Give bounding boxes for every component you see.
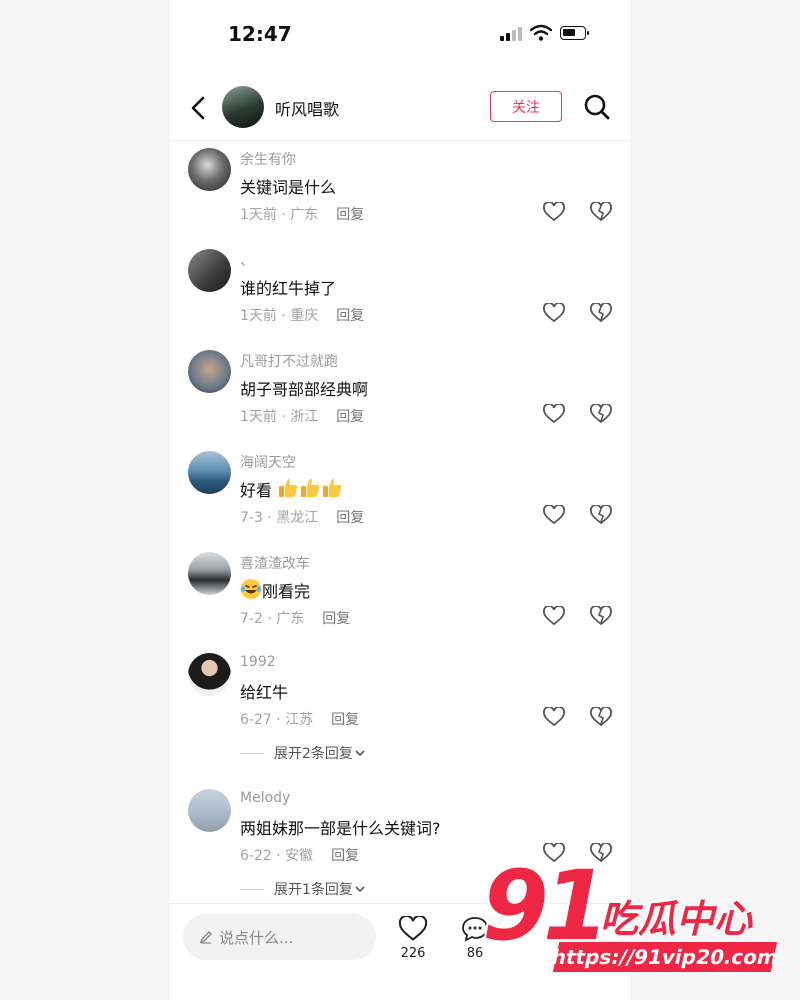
heart-icon[interactable] — [543, 404, 565, 424]
comment-text-content: 刚看完 — [262, 582, 311, 601]
comment-text: 关键词是什么 — [240, 178, 337, 197]
reply-button[interactable]: 回复 — [336, 409, 364, 425]
divider — [240, 888, 264, 890]
back-arrow-icon[interactable] — [188, 94, 208, 122]
expand-replies-button[interactable]: 展开2条回复 — [240, 743, 367, 763]
chevron-down-icon — [355, 750, 365, 757]
reply-button[interactable]: 回复 — [331, 712, 359, 728]
like-button[interactable]: 226 — [398, 914, 428, 961]
watermark-url: https://91vip20.com — [549, 940, 781, 974]
heart-icon[interactable] — [543, 202, 565, 222]
reply-button[interactable]: 回复 — [336, 510, 364, 526]
comment-meta: 1天前 · 重庆 回复 — [240, 305, 364, 325]
commenter-avatar[interactable] — [188, 653, 231, 696]
commenter-avatar[interactable] — [188, 249, 231, 292]
signal-icon — [500, 27, 522, 41]
reply-button[interactable]: 回复 — [331, 848, 359, 864]
comment-text: 好看 — [240, 477, 343, 501]
like-count: 226 — [400, 946, 426, 961]
comment-date-location: 6-22 · 安徽 — [240, 848, 314, 864]
comment-text: 两姐妹那一部是什么关键词? — [240, 819, 441, 838]
expand-replies-label: 展开1条回复 — [274, 882, 353, 898]
wifi-icon — [530, 24, 552, 41]
comment-meta: 6-22 · 安徽 回复 — [240, 845, 359, 865]
broken-heart-icon[interactable] — [590, 303, 612, 323]
commenter-name[interactable]: 凡哥打不过就跑 — [240, 351, 338, 371]
broken-heart-icon[interactable] — [590, 606, 612, 626]
watermark: 91 吃瓜中心 https://91vip20.com — [480, 856, 782, 982]
comment-date-location: 7-3 · 黑龙江 — [240, 510, 319, 526]
commenter-name[interactable]: 余生有你 — [240, 149, 296, 169]
broken-heart-icon[interactable] — [590, 505, 612, 525]
comment-meta: 1天前 · 广东 回复 — [240, 204, 364, 224]
comment-date-location: 6-27 · 江苏 — [240, 712, 314, 728]
broken-heart-icon[interactable] — [590, 404, 612, 424]
comment-date-location: 1天前 · 重庆 — [240, 308, 319, 324]
commenter-name[interactable]: 海阔天空 — [240, 452, 296, 472]
author-name[interactable]: 听风唱歌 — [275, 96, 339, 120]
follow-button[interactable]: 关注 — [490, 91, 562, 122]
commenter-avatar[interactable] — [188, 552, 231, 595]
commenter-avatar[interactable] — [188, 789, 231, 832]
comment-meta: 1天前 · 浙江 回复 — [240, 406, 364, 426]
comment-meta: 7-2 · 广东 回复 — [240, 608, 350, 628]
pencil-icon — [199, 931, 212, 944]
expand-replies-label: 展开2条回复 — [274, 746, 353, 762]
reply-button[interactable]: 回复 — [322, 611, 350, 627]
reply-button[interactable]: 回复 — [336, 308, 364, 324]
commenter-avatar[interactable] — [188, 148, 231, 191]
status-time: 12:47 — [228, 22, 292, 46]
comment-date-location: 1天前 · 广东 — [240, 207, 319, 223]
comment-input-placeholder: 说点什么... — [219, 928, 294, 947]
comment-input[interactable]: 说点什么... — [183, 914, 376, 960]
reply-button[interactable]: 回复 — [336, 207, 364, 223]
comment-text: 刚看完 — [240, 578, 310, 602]
comment-meta: 6-27 · 江苏 回复 — [240, 709, 359, 729]
broken-heart-icon[interactable] — [590, 202, 612, 222]
watermark-title: 吃瓜中心 — [598, 896, 753, 943]
chevron-down-icon — [355, 886, 365, 893]
commenter-name[interactable]: 喜渣渣改车 — [240, 553, 310, 573]
search-icon[interactable] — [583, 93, 611, 121]
author-avatar[interactable] — [222, 86, 264, 128]
comment-text: 谁的红牛掉了 — [240, 279, 337, 298]
comment-text: 胡子哥部部经典啊 — [240, 380, 369, 399]
heart-icon[interactable] — [543, 606, 565, 626]
broken-heart-icon[interactable] — [590, 707, 612, 727]
comment-date-location: 7-2 · 广东 — [240, 611, 305, 627]
thumbs-up-emoji-icon — [301, 478, 320, 497]
battery-icon — [560, 26, 589, 40]
comment-date-location: 1天前 · 浙江 — [240, 409, 319, 425]
video-header: 听风唱歌 关注 — [170, 78, 630, 141]
status-bar: 12:47 — [170, 0, 630, 70]
comment-text: 给红牛 — [240, 683, 289, 702]
commenter-avatar[interactable] — [188, 350, 231, 393]
commenter-avatar[interactable] — [188, 451, 231, 494]
heart-icon — [398, 914, 428, 941]
thumbs-up-emoji-icon — [279, 478, 298, 497]
commenter-name[interactable]: Melody — [240, 790, 290, 806]
commenter-name[interactable]: 1992 — [240, 654, 276, 670]
heart-icon[interactable] — [543, 303, 565, 323]
thumbs-up-emoji-icon — [323, 478, 342, 497]
comment-meta: 7-3 · 黑龙江 回复 — [240, 507, 364, 527]
laughing-crying-emoji-icon — [241, 579, 261, 599]
divider — [240, 752, 264, 754]
expand-replies-button[interactable]: 展开1条回复 — [240, 879, 367, 899]
heart-icon[interactable] — [543, 505, 565, 525]
heart-icon[interactable] — [543, 707, 565, 727]
comment-text-content: 好看 — [240, 481, 273, 500]
commenter-name[interactable]: 、 — [240, 250, 254, 270]
